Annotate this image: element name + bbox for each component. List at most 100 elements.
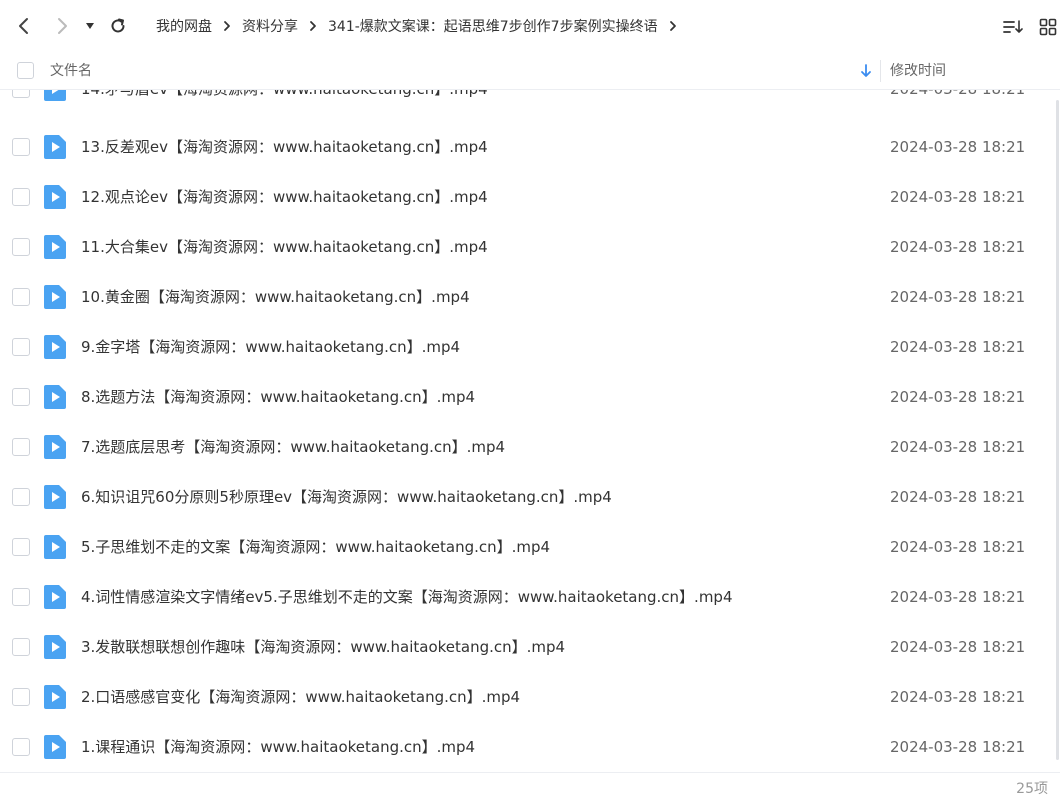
file-row[interactable]: 10.黄金圈【海淘资源网：www.haitaoketang.cn】.mp4 202… [0, 272, 1056, 322]
file-modified-time: 2024-03-28 18:21 [890, 238, 1026, 256]
file-row[interactable]: 5.子思维划不走的文案【海淘资源网：www.haitaoketang.cn】.m… [0, 522, 1056, 572]
video-file-icon [44, 185, 66, 209]
scrollbar-thumb[interactable] [1056, 100, 1059, 760]
video-file-icon [44, 435, 66, 459]
video-file-icon [44, 235, 66, 259]
file-modified-time: 2024-03-28 18:21 [890, 90, 1025, 114]
video-file-icon [44, 335, 66, 359]
file-checkbox[interactable] [12, 688, 30, 706]
file-list-header: 文件名 修改时间 [0, 52, 1060, 90]
file-row[interactable]: 9.金字塔【海淘资源网：www.haitaoketang.cn】.mp4 2024… [0, 322, 1056, 372]
video-file-icon [44, 135, 66, 159]
file-modified-time: 2024-03-28 18:21 [890, 138, 1026, 156]
status-bar: 25项 [0, 772, 1060, 802]
file-name[interactable]: 12.观点论ev【海淘资源网：www.haitaoketang.cn】.mp4 [81, 172, 488, 222]
video-file-icon [44, 685, 66, 709]
sort-list-icon [1003, 20, 1023, 33]
chevron-right-icon [58, 18, 67, 34]
video-file-icon [44, 735, 66, 759]
file-modified-time: 2024-03-28 18:21 [890, 188, 1026, 206]
file-checkbox[interactable] [12, 538, 30, 556]
video-file-icon [44, 535, 66, 559]
file-checkbox[interactable] [12, 338, 30, 356]
file-row[interactable]: 1.课程通识【海淘资源网：www.haitaoketang.cn】.mp4 202… [0, 722, 1056, 772]
file-name[interactable]: 8.选题方法【海淘资源网：www.haitaoketang.cn】.mp4 [81, 372, 475, 422]
file-name[interactable]: 9.金字塔【海淘资源网：www.haitaoketang.cn】.mp4 [81, 322, 460, 372]
file-row[interactable]: 2.口语感感官变化【海淘资源网：www.haitaoketang.cn】.mp4… [0, 672, 1056, 722]
grid-view-icon [1039, 18, 1057, 36]
file-checkbox[interactable] [12, 90, 30, 98]
file-name[interactable]: 1.课程通识【海淘资源网：www.haitaoketang.cn】.mp4 [81, 722, 475, 772]
file-modified-time: 2024-03-28 18:21 [890, 538, 1026, 556]
file-list: 14.矛与盾ev【海淘资源网：www.haitaoketang.cn】.mp4 2… [0, 90, 1060, 772]
breadcrumb: 我的网盘 资料分享 341-爆款文案课：起语思维7步创作7步案例实操终语 [150, 0, 682, 52]
refresh-icon [111, 18, 125, 33]
video-file-icon [44, 485, 66, 509]
file-modified-time: 2024-03-28 18:21 [890, 388, 1026, 406]
file-name[interactable]: 14.矛与盾ev【海淘资源网：www.haitaoketang.cn】.mp4 [81, 90, 488, 114]
file-modified-time: 2024-03-28 18:21 [890, 488, 1026, 506]
chevron-right-icon [304, 20, 322, 32]
file-name[interactable]: 4.词性情感渲染文字情绪ev5.子思维划不走的文案【海淘资源网：www.hait… [81, 572, 733, 622]
select-all-checkbox[interactable] [17, 62, 34, 79]
file-row[interactable]: 14.矛与盾ev【海淘资源网：www.haitaoketang.cn】.mp4 2… [0, 90, 1056, 114]
chevron-right-icon [218, 20, 236, 32]
file-modified-time: 2024-03-28 18:21 [890, 738, 1026, 756]
file-name[interactable]: 2.口语感感官变化【海淘资源网：www.haitaoketang.cn】.mp4 [81, 672, 520, 722]
file-name[interactable]: 10.黄金圈【海淘资源网：www.haitaoketang.cn】.mp4 [81, 272, 470, 322]
scrollbar[interactable] [1055, 90, 1060, 772]
column-divider[interactable] [880, 60, 881, 82]
file-modified-time: 2024-03-28 18:21 [890, 438, 1026, 456]
file-row[interactable]: 12.观点论ev【海淘资源网：www.haitaoketang.cn】.mp4 2… [0, 172, 1056, 222]
file-row[interactable]: 11.大合集ev【海淘资源网：www.haitaoketang.cn】.mp4 2… [0, 222, 1056, 272]
toolbar: 我的网盘 资料分享 341-爆款文案课：起语思维7步创作7步案例实操终语 [0, 0, 1060, 52]
file-checkbox[interactable] [12, 188, 30, 206]
file-name[interactable]: 3.发散联想联想创作趣味【海淘资源网：www.haitaoketang.cn】.… [81, 622, 565, 672]
column-header-modified-time[interactable]: 修改时间 [890, 52, 946, 90]
file-modified-time: 2024-03-28 18:21 [890, 688, 1026, 706]
chevron-right-icon[interactable] [664, 20, 682, 32]
column-header-name[interactable]: 文件名 [50, 52, 92, 90]
file-row[interactable]: 3.发散联想联想创作趣味【海淘资源网：www.haitaoketang.cn】.… [0, 622, 1056, 672]
video-file-icon [44, 90, 66, 101]
file-checkbox[interactable] [12, 738, 30, 756]
refresh-button[interactable] [106, 14, 130, 38]
file-name[interactable]: 5.子思维划不走的文案【海淘资源网：www.haitaoketang.cn】.m… [81, 522, 550, 572]
file-modified-time: 2024-03-28 18:21 [890, 338, 1026, 356]
video-file-icon [44, 635, 66, 659]
video-file-icon [44, 285, 66, 309]
back-button[interactable] [12, 14, 36, 38]
item-count: 25项 [1016, 781, 1048, 797]
file-name[interactable]: 11.大合集ev【海淘资源网：www.haitaoketang.cn】.mp4 [81, 222, 488, 272]
breadcrumb-item-shared[interactable]: 资料分享 [236, 16, 304, 36]
file-row[interactable]: 13.反差观ev【海淘资源网：www.haitaoketang.cn】.mp4 2… [0, 122, 1056, 172]
caret-down-icon [86, 23, 94, 29]
file-row[interactable]: 6.知识诅咒60分原则5秒原理ev【海淘资源网：www.haitaoketang… [0, 472, 1056, 522]
file-name[interactable]: 6.知识诅咒60分原则5秒原理ev【海淘资源网：www.haitaoketang… [81, 472, 612, 522]
file-row[interactable]: 7.选题底层思考【海淘资源网：www.haitaoketang.cn】.mp4 2… [0, 422, 1056, 472]
video-file-icon [44, 585, 66, 609]
video-file-icon [44, 385, 66, 409]
file-modified-time: 2024-03-28 18:21 [890, 588, 1026, 606]
file-name[interactable]: 13.反差观ev【海淘资源网：www.haitaoketang.cn】.mp4 [81, 122, 488, 172]
file-checkbox[interactable] [12, 488, 30, 506]
file-modified-time: 2024-03-28 18:21 [890, 288, 1026, 306]
file-name[interactable]: 7.选题底层思考【海淘资源网：www.haitaoketang.cn】.mp4 [81, 422, 505, 472]
file-row[interactable]: 4.词性情感渲染文字情绪ev5.子思维划不走的文案【海淘资源网：www.hait… [0, 572, 1056, 622]
breadcrumb-item-current[interactable]: 341-爆款文案课：起语思维7步创作7步案例实操终语 [322, 16, 664, 36]
file-checkbox[interactable] [12, 438, 30, 456]
grid-view-button[interactable] [1037, 16, 1059, 38]
file-checkbox[interactable] [12, 588, 30, 606]
file-checkbox[interactable] [12, 388, 30, 406]
file-checkbox[interactable] [12, 288, 30, 306]
forward-button[interactable] [50, 14, 74, 38]
file-checkbox[interactable] [12, 638, 30, 656]
history-dropdown[interactable] [80, 14, 100, 38]
sort-button[interactable] [1002, 16, 1024, 38]
file-row[interactable]: 8.选题方法【海淘资源网：www.haitaoketang.cn】.mp4 202… [0, 372, 1056, 422]
file-checkbox[interactable] [12, 138, 30, 156]
file-checkbox[interactable] [12, 238, 30, 256]
sort-down-arrow-icon[interactable] [860, 63, 872, 79]
breadcrumb-item-home[interactable]: 我的网盘 [150, 16, 218, 36]
file-modified-time: 2024-03-28 18:21 [890, 638, 1026, 656]
